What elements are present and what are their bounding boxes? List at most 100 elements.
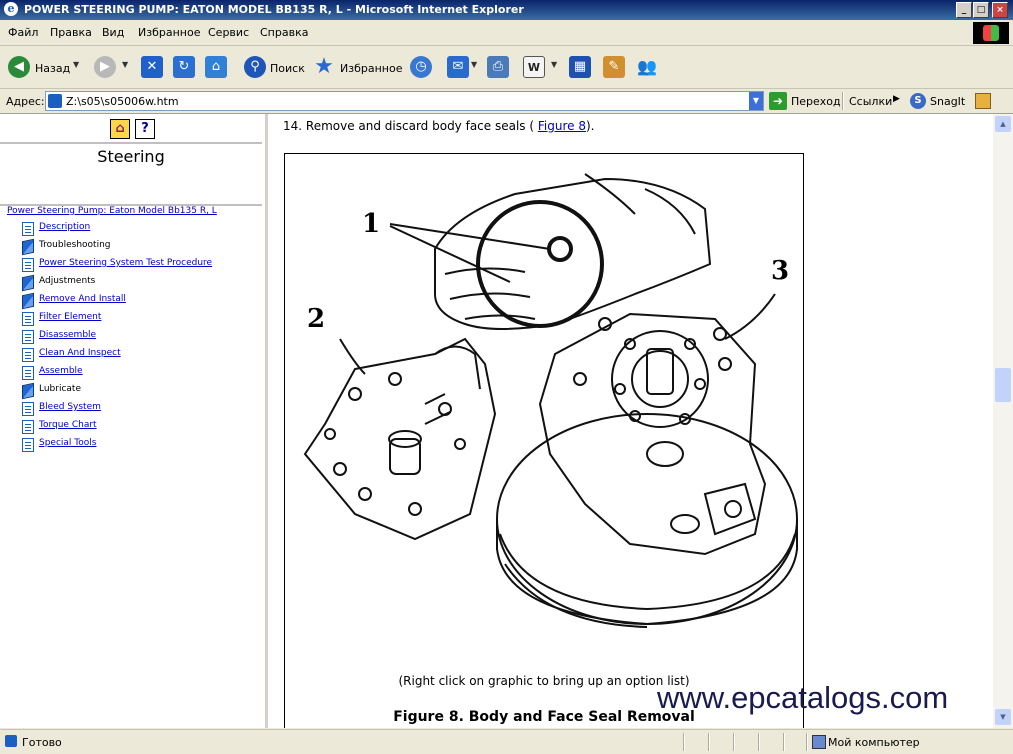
snagit-capture-icon[interactable] xyxy=(975,93,991,109)
watermark: www.epcatalogs.com xyxy=(657,680,949,715)
toc-item[interactable]: Clean And Inspect xyxy=(22,347,257,363)
toc-item[interactable]: Description xyxy=(22,221,257,237)
edit-word-icon[interactable]: W xyxy=(523,56,545,78)
toc-item-label[interactable]: Special Tools xyxy=(39,438,96,448)
toc-item-label[interactable]: Description xyxy=(39,222,90,232)
address-label: Адрес: xyxy=(6,95,45,108)
menu-view[interactable]: Вид xyxy=(102,26,124,39)
separator xyxy=(733,733,734,751)
toc-item-label[interactable]: Clean And Inspect xyxy=(39,348,121,358)
toc-item-label[interactable]: Assemble xyxy=(39,366,83,376)
home-icon[interactable]: ⌂ xyxy=(110,119,130,139)
minimize-button[interactable]: _ xyxy=(956,2,972,18)
messenger-icon[interactable]: ✎ xyxy=(603,56,625,78)
separator xyxy=(806,733,807,751)
figure-box: 1 2 3 (Right click on graphic to bring u… xyxy=(284,153,804,728)
sidebar: ⌂ ? Steering Power Steering Pump: Eaton … xyxy=(0,114,268,728)
toc-item-label[interactable]: Remove And Install xyxy=(39,294,126,304)
toc-root-link[interactable]: Power Steering Pump: Eaton Model Bb135 R… xyxy=(7,206,217,216)
callout-2: 2 xyxy=(307,304,326,334)
address-input[interactable]: Z:\s05\s05006w.htm ▼ xyxy=(45,91,764,111)
toc-item: Troubleshooting xyxy=(22,238,257,256)
ie-icon[interactable]: e xyxy=(4,2,18,16)
book-icon xyxy=(22,274,34,292)
toc-item-label: Troubleshooting xyxy=(39,240,111,250)
menu-edit[interactable]: Правка xyxy=(50,26,92,39)
forward-arrow-icon[interactable]: ▶ xyxy=(94,56,116,78)
page-icon xyxy=(22,330,34,344)
toc-item[interactable]: Assemble xyxy=(22,365,257,381)
history-icon[interactable]: ◷ xyxy=(410,56,432,78)
sidebar-icons: ⌂ ? xyxy=(0,116,262,144)
refresh-icon[interactable]: ↻ xyxy=(173,56,195,78)
toc-item[interactable]: Disassemble xyxy=(22,329,257,345)
mail-icon[interactable]: ✉ xyxy=(447,56,469,78)
discuss-icon[interactable]: ▦ xyxy=(569,56,591,78)
address-value[interactable]: Z:\s05\s05006w.htm xyxy=(66,95,179,108)
toc-item: Adjustments xyxy=(22,274,257,292)
close-button[interactable]: × xyxy=(992,2,1008,18)
home-icon[interactable]: ⌂ xyxy=(205,56,227,78)
snagit-button[interactable]: SnagIt xyxy=(930,95,965,108)
toc-item[interactable]: Special Tools xyxy=(22,437,257,453)
windows-logo-icon xyxy=(973,22,1009,44)
title-bar: e POWER STEERING PUMP: EATON MODEL BB135… xyxy=(0,0,1013,20)
toc-item[interactable]: Power Steering System Test Procedure xyxy=(22,257,257,273)
toc-item[interactable]: Torque Chart xyxy=(22,419,257,435)
vertical-scrollbar[interactable]: ▲ ▼ xyxy=(993,114,1013,728)
page-icon xyxy=(22,438,34,452)
back-arrow-icon[interactable]: ◀ xyxy=(8,56,30,78)
scroll-thumb[interactable] xyxy=(995,368,1011,402)
status-text: Готово xyxy=(22,736,62,749)
toc-item[interactable]: Filter Element xyxy=(22,311,257,327)
edit-dropdown-icon[interactable]: ▼ xyxy=(551,60,557,69)
search-icon[interactable]: ⚲ xyxy=(244,56,266,78)
snagit-icon[interactable]: S xyxy=(910,93,926,109)
page-icon xyxy=(22,222,34,236)
toc-item-label[interactable]: Torque Chart xyxy=(39,420,97,430)
menu-tools[interactable]: Сервис xyxy=(208,26,249,39)
toc-item[interactable]: Bleed System xyxy=(22,401,257,417)
menu-file[interactable]: Файл xyxy=(8,26,38,39)
toc-item-label[interactable]: Filter Element xyxy=(39,312,101,322)
links-button[interactable]: Ссылки xyxy=(849,95,892,108)
favorites-star-icon[interactable]: ★ xyxy=(313,56,335,78)
scroll-down-icon[interactable]: ▼ xyxy=(995,709,1011,725)
book-icon xyxy=(22,238,34,256)
menu-bar: Файл Правка Вид Избранное Сервис Справка xyxy=(0,21,1013,46)
menu-help[interactable]: Справка xyxy=(260,26,308,39)
forward-dropdown-icon[interactable]: ▼ xyxy=(122,60,128,69)
separator xyxy=(708,733,709,751)
stop-icon[interactable]: ✕ xyxy=(141,56,163,78)
help-icon[interactable]: ? xyxy=(135,119,155,139)
back-button[interactable]: Назад xyxy=(35,62,70,75)
toolbar: ◀ Назад ▼ ▶ ▼ ✕ ↻ ⌂ ⚲ Поиск ★ Избранное … xyxy=(0,46,1013,89)
figure-link[interactable]: Figure 8 xyxy=(538,119,586,133)
favorites-button[interactable]: Избранное xyxy=(340,62,402,75)
page-icon xyxy=(22,366,34,380)
toc-item-label[interactable]: Bleed System xyxy=(39,402,101,412)
search-button[interactable]: Поиск xyxy=(270,62,305,75)
window-title: POWER STEERING PUMP: EATON MODEL BB135 R… xyxy=(24,3,524,16)
page-icon xyxy=(48,94,62,108)
print-icon[interactable]: ⎙ xyxy=(487,56,509,78)
back-dropdown-icon[interactable]: ▼ xyxy=(73,60,79,69)
toc-item-label[interactable]: Disassemble xyxy=(39,330,96,340)
go-arrow-icon[interactable]: ➜ xyxy=(769,92,787,110)
separator xyxy=(842,92,843,110)
users-icon[interactable]: 👥 xyxy=(636,56,658,78)
zone-text: Мой компьютер xyxy=(828,736,920,749)
mail-dropdown-icon[interactable]: ▼ xyxy=(471,60,477,69)
toc-item-label[interactable]: Power Steering System Test Procedure xyxy=(39,258,212,268)
toc-item: Lubricate xyxy=(22,382,257,400)
callout-1: 1 xyxy=(362,209,381,239)
menu-favorites[interactable]: Избранное xyxy=(138,26,200,39)
scroll-up-icon[interactable]: ▲ xyxy=(995,116,1011,132)
toc-item[interactable]: Remove And Install xyxy=(22,292,257,310)
separator xyxy=(683,733,684,751)
address-dropdown-icon[interactable]: ▼ xyxy=(749,92,763,110)
links-chevron-icon[interactable]: ▶ xyxy=(893,94,900,104)
maximize-button[interactable]: □ xyxy=(973,2,989,18)
page-icon xyxy=(22,348,34,362)
go-button[interactable]: Переход xyxy=(791,95,841,108)
